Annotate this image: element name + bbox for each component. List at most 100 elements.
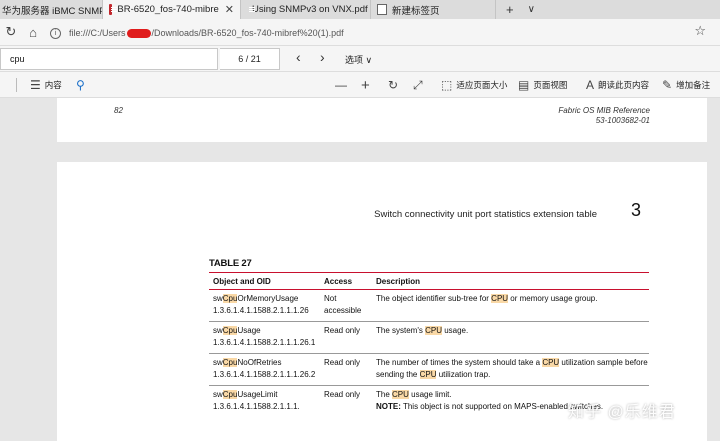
doc-reference: Fabric OS MIB Reference 53-1003682-01 — [558, 106, 650, 126]
zoom-in-button[interactable]: + — [361, 72, 374, 98]
expand-icon: ⤢ — [413, 77, 423, 92]
search-highlight: CPU — [491, 294, 509, 303]
add-note-label: 增加备注 — [676, 80, 711, 90]
tab-label: BR-6520_fos-740-mibre — [117, 4, 219, 15]
find-bar: 6 / 21 ‹ › 选项 ∨ — [0, 46, 720, 72]
fit-page-icon: ⬚ — [441, 78, 453, 92]
chevron-left-icon[interactable]: ‹ — [296, 49, 301, 65]
address-bar: ↻ ⌂ i file:///C:/Users /Downloads/BR-652… — [0, 19, 720, 46]
search-highlight: CPU — [542, 358, 560, 367]
pdf-viewer[interactable]: 82 Fabric OS MIB Reference 53-1003682-01… — [0, 98, 720, 441]
tab-label: Using SNMPv3 on VNX.pdf — [252, 4, 368, 15]
url-field[interactable]: i file:///C:/Users /Downloads/BR-6520_fo… — [50, 23, 690, 43]
table-row: swCpuOrMemoryUsage 1.3.6.1.4.1.1588.2.1.… — [209, 290, 649, 322]
object-cell: swCpuNoOfRetries 1.3.6.1.4.1.1588.2.1.1.… — [209, 357, 320, 380]
object-text: OrMemoryUsage — [237, 294, 299, 303]
search-highlight: Cpu — [222, 294, 238, 303]
search-highlight: CPU — [392, 390, 409, 399]
object-cell: swCpuUsage 1.3.6.1.4.1.1588.2.1.1.1.26.1 — [209, 325, 320, 348]
contents-button[interactable]: ☰ 内容 — [30, 72, 62, 98]
access-cell: Read only — [324, 390, 361, 399]
star-icon[interactable]: ☆ — [694, 23, 706, 39]
search-highlight: Cpu — [222, 390, 238, 399]
page-number: 82 — [114, 106, 123, 115]
oid-text: 1.3.6.1.4.1.1588.2.1.1.1.26.2 — [213, 369, 316, 379]
find-input[interactable] — [0, 48, 218, 70]
access-cell: Read only — [324, 358, 361, 367]
find-options-button[interactable]: 选项 ∨ — [345, 53, 372, 66]
description-cell: The number of times the system should ta… — [372, 357, 649, 380]
home-icon[interactable]: ⌂ — [22, 25, 44, 40]
tab-snmpv3-pdf[interactable]: Using SNMPv3 on VNX.pdf — [241, 0, 371, 19]
refresh-icon[interactable]: ↻ — [0, 24, 22, 40]
read-aloud-label: 朗读此页内容 — [598, 80, 650, 90]
pdf-page-82: 82 Fabric OS MIB Reference 53-1003682-01 — [57, 98, 707, 142]
object-text: Usage — [237, 326, 261, 335]
table-label: TABLE 27 — [209, 258, 252, 269]
search-highlight: CPU — [425, 326, 442, 335]
chapter-number: 3 — [630, 200, 641, 220]
tab-new-tab[interactable]: 新建标签页 — [371, 0, 496, 19]
object-text: sw — [213, 390, 223, 399]
pdf-toolbar: ☰ 内容 ⚲ — + ↻ ⤢ ⬚ 适应页面大小 ▤ 页面视图 A 朗读此页内容 … — [0, 72, 720, 98]
description-text: or memory usage group. — [508, 294, 598, 303]
table-row: swCpuUsage 1.3.6.1.4.1.1588.2.1.1.1.26.1… — [209, 322, 649, 354]
plus-icon: + — [361, 76, 370, 94]
table-row: swCpuNoOfRetries 1.3.6.1.4.1.1588.2.1.1.… — [209, 354, 649, 386]
note-label: NOTE: — [376, 401, 401, 411]
fit-page-label: 适应页面大小 — [456, 80, 508, 90]
tab-bar: 华为服务器 iBMC SNMP V2 BR-6520_fos-740-mibre… — [0, 0, 720, 19]
read-aloud-icon: A — [586, 78, 595, 92]
info-icon[interactable]: i — [50, 27, 61, 39]
search-highlight: CPU — [419, 369, 437, 379]
pen-icon: ✎ — [662, 78, 673, 92]
page-view-icon: ▤ — [518, 78, 530, 92]
header-object: Object and OID — [213, 276, 271, 286]
oid-text: 1.3.6.1.4.1.1588.2.1.1.1.26 — [213, 305, 309, 315]
read-aloud-button[interactable]: A 朗读此页内容 — [586, 72, 649, 98]
find-count: 6 / 21 — [220, 48, 280, 70]
section-title: Switch connectivity unit port statistics… — [374, 209, 597, 220]
page-view-button[interactable]: ▤ 页面视图 — [518, 72, 567, 98]
description-text: usage limit. — [408, 390, 452, 399]
chevron-right-icon[interactable]: › — [320, 49, 325, 65]
rotate-button[interactable]: ↻ — [388, 72, 402, 98]
mib-table: Object and OID Access Description swCpuO… — [209, 272, 649, 417]
tab-label: 华为服务器 iBMC SNMP V2 — [2, 5, 103, 17]
pdf-icon — [109, 4, 119, 15]
doc-number: 53-1003682-01 — [595, 116, 650, 125]
list-icon: ☰ — [30, 78, 41, 92]
tab-actions: + ∨ — [496, 0, 535, 19]
tab-ibmc[interactable]: 华为服务器 iBMC SNMP V2 — [0, 0, 103, 19]
access-cell: Not accessible — [324, 294, 362, 315]
search-button[interactable]: ⚲ — [76, 72, 89, 98]
description-text: The object identifier sub-tree for — [376, 294, 492, 303]
access-cell: Read only — [324, 326, 361, 335]
watermark: 知乎 @乐维君 — [568, 404, 676, 421]
zoom-out-button[interactable]: — — [335, 72, 351, 98]
oid-text: 1.3.6.1.4.1.1588.2.1.1.1. — [213, 401, 300, 411]
page-icon — [377, 4, 387, 15]
search-highlight: Cpu — [222, 358, 238, 367]
chevron-down-icon[interactable]: ∨ — [528, 4, 535, 15]
contents-label: 内容 — [44, 80, 62, 90]
description-text: utilization trap. — [436, 369, 491, 379]
add-note-button[interactable]: ✎ 增加备注 — [662, 72, 710, 98]
header-access: Access — [324, 276, 353, 286]
fit-page-button[interactable]: ⬚ 适应页面大小 — [441, 72, 507, 98]
plus-icon[interactable]: + — [506, 2, 514, 17]
object-text: sw — [213, 294, 223, 303]
close-icon[interactable]: ✕ — [225, 3, 234, 16]
minus-icon: — — [335, 78, 347, 92]
tab-br6520-pdf[interactable]: BR-6520_fos-740-mibre ✕ — [103, 0, 241, 19]
fullscreen-button[interactable]: ⤢ — [413, 72, 427, 98]
object-cell: swCpuUsageLimit 1.3.6.1.4.1.1588.2.1.1.1… — [209, 389, 320, 412]
object-text: UsageLimit — [237, 390, 278, 399]
divider — [16, 78, 17, 92]
object-text: sw — [213, 358, 223, 367]
search-icon: ⚲ — [76, 78, 85, 92]
url-suffix: /Downloads/BR-6520_fos-740-mibref%20(1).… — [151, 28, 344, 38]
rotate-icon: ↻ — [388, 78, 399, 92]
object-cell: swCpuOrMemoryUsage 1.3.6.1.4.1.1588.2.1.… — [209, 293, 320, 316]
header-description: Description — [376, 276, 421, 286]
